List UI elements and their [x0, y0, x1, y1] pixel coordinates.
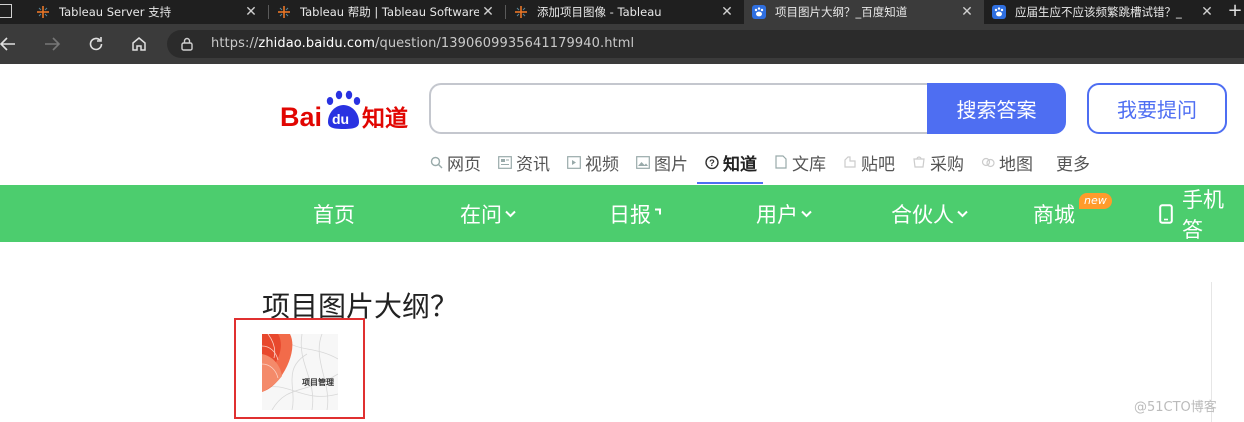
video-icon — [567, 155, 581, 169]
tab-title: Tableau 帮助 | Tableau Software — [300, 5, 479, 19]
nav-mall[interactable]: 商城 — [1033, 185, 1075, 242]
logo-bai-text: Bai — [280, 102, 322, 132]
nav-home[interactable]: 首页 — [313, 185, 355, 242]
new-tab-button[interactable]: + — [1226, 0, 1244, 24]
browser-tab-2[interactable]: Tableau 帮助 | Tableau Software ✕ — [269, 0, 505, 24]
nav-label: 在问 — [460, 202, 502, 227]
category-map[interactable]: 地图 — [981, 149, 1033, 175]
tableau-favicon-icon — [277, 5, 291, 19]
nav-label: 日报 — [609, 202, 651, 227]
cart-icon — [912, 155, 926, 169]
chevron-down-icon — [957, 206, 968, 222]
corner-arrow-icon — [654, 206, 662, 222]
category-news[interactable]: 资讯 — [498, 149, 550, 175]
tab-close-icon[interactable]: ✕ — [1198, 4, 1216, 20]
logo-zhidao-text: 知道 — [362, 105, 408, 132]
category-label: 视频 — [585, 154, 619, 175]
browser-tab-5[interactable]: 应届生应不应该频繁跳槽试错？_ ✕ — [984, 0, 1224, 24]
window-menu-icon[interactable] — [0, 4, 12, 18]
home-icon — [132, 37, 146, 51]
category-web[interactable]: 网页 — [429, 149, 481, 175]
category-label: 地图 — [999, 154, 1033, 175]
tab-close-icon[interactable]: ✕ — [242, 4, 260, 20]
category-label: 文库 — [792, 154, 826, 175]
svg-text:?: ? — [709, 157, 715, 167]
browser-tab-4-active[interactable]: 项目图片大纲？_百度知道 ✕ — [744, 0, 984, 24]
baidu-zhidao-logo[interactable]: Bai du 知道 — [280, 88, 412, 134]
question-icon: ? — [705, 155, 719, 169]
doc-icon — [774, 155, 788, 169]
home-button[interactable] — [127, 32, 151, 56]
category-label: 资讯 — [516, 154, 550, 175]
browser-tab-1[interactable]: Tableau Server 支持 ✕ — [28, 0, 268, 24]
address-bar[interactable]: https://zhidao.baidu.com/question/139060… — [167, 30, 1244, 58]
nav-asking[interactable]: 在问 — [460, 185, 516, 242]
tab-title: 项目图片大纲？_百度知道 — [775, 5, 908, 19]
category-label: 网页 — [447, 154, 481, 175]
logo-du-text: du — [332, 111, 349, 127]
category-label: 贴吧 — [861, 154, 895, 175]
url-scheme: https:// — [211, 36, 259, 51]
chevron-down-icon — [505, 206, 516, 222]
image-icon — [636, 155, 650, 169]
browser-tab-strip: Tableau Server 支持 ✕ Tableau 帮助 | Tableau… — [0, 0, 1244, 24]
url-text: https://zhidao.baidu.com/question/139060… — [211, 36, 634, 51]
new-badge: new — [1079, 193, 1112, 209]
map-icon — [981, 155, 995, 169]
category-video[interactable]: 视频 — [567, 149, 619, 175]
url-host: zhidao.baidu.com — [258, 36, 375, 51]
tieba-icon — [843, 155, 857, 169]
tab-title: 应届生应不应该频繁跳槽试错？_ — [1015, 5, 1182, 19]
tab-title: Tableau Server 支持 — [59, 5, 172, 19]
tableau-favicon-icon — [514, 5, 528, 19]
refresh-button[interactable] — [84, 32, 108, 56]
blog-watermark: @51CTO博客 — [1134, 400, 1217, 415]
category-image[interactable]: 图片 — [636, 149, 688, 175]
url-path: /question/1390609935641179940.html — [374, 36, 635, 51]
refresh-icon — [89, 37, 103, 51]
mobile-phone-icon — [1159, 203, 1173, 224]
news-icon — [498, 155, 512, 169]
ask-question-button[interactable]: 我要提问 — [1087, 83, 1227, 134]
annotation-highlight-box — [234, 318, 365, 419]
category-zhidao-active[interactable]: ? 知道 — [697, 149, 763, 184]
back-button[interactable] — [0, 32, 20, 56]
category-label: 更多 — [1056, 154, 1090, 175]
search-input[interactable] — [429, 83, 929, 134]
lock-icon[interactable] — [181, 37, 193, 51]
nav-label: 合伙人 — [891, 202, 954, 227]
category-tieba[interactable]: 贴吧 — [843, 149, 895, 175]
back-arrow-icon — [0, 37, 15, 51]
search-category-nav: 网页 资讯 视频 图片 ? 知道 文库 贴吧 采购 地图 更多 — [429, 148, 1107, 184]
chevron-down-icon — [801, 206, 812, 222]
nav-daily[interactable]: 日报 — [609, 185, 662, 242]
nav-partners[interactable]: 合伙人 — [891, 185, 968, 242]
forward-arrow-icon — [45, 37, 61, 51]
nav-mobile[interactable]: 手机答 — [1159, 185, 1244, 242]
category-label: 知道 — [723, 154, 757, 175]
category-wenku[interactable]: 文库 — [774, 149, 826, 175]
tab-close-icon[interactable]: ✕ — [479, 4, 497, 20]
category-label: 图片 — [654, 154, 688, 175]
category-caigou[interactable]: 采购 — [912, 149, 964, 175]
nav-label: 商城 — [1033, 202, 1075, 227]
tab-title: 添加项目图像 - Tableau — [537, 5, 662, 19]
nav-label: 用户 — [756, 202, 798, 227]
baidu-paw-favicon-icon — [992, 5, 1006, 19]
category-label: 采购 — [930, 154, 964, 175]
search-answer-button[interactable]: 搜索答案 — [927, 83, 1066, 134]
nav-label: 首页 — [313, 202, 355, 227]
nav-users[interactable]: 用户 — [756, 185, 812, 242]
baidu-paw-favicon-icon — [752, 5, 766, 19]
browser-tab-3[interactable]: 添加项目图像 - Tableau ✕ — [506, 0, 744, 24]
category-more[interactable]: 更多 — [1056, 149, 1090, 175]
main-green-nav: 首页 在问 日报 用户 合伙人 商城 new 手机答 — [0, 185, 1244, 242]
forward-button[interactable] — [40, 32, 64, 56]
search-icon — [429, 155, 443, 169]
browser-toolbar: https://zhidao.baidu.com/question/139060… — [0, 24, 1244, 64]
nav-label: 手机答 — [1182, 187, 1224, 242]
tableau-favicon-icon — [36, 5, 50, 19]
tab-close-icon[interactable]: ✕ — [718, 4, 736, 20]
tab-close-icon[interactable]: ✕ — [958, 4, 976, 20]
